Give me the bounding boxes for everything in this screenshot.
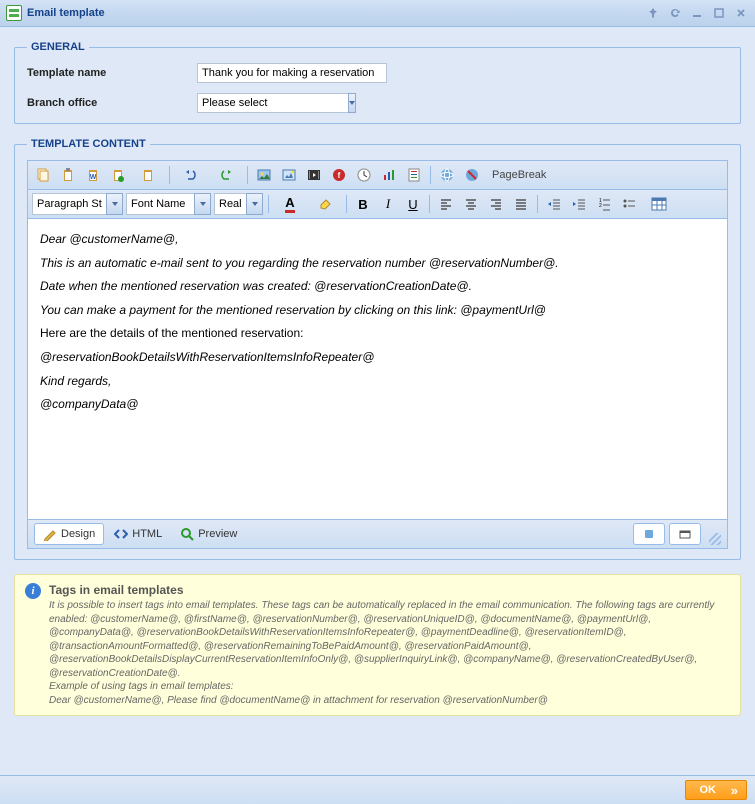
outdent-icon[interactable]	[543, 193, 565, 215]
font-name-select[interactable]	[126, 193, 211, 215]
font-size-select[interactable]	[214, 193, 263, 215]
branch-office-select[interactable]	[197, 93, 352, 113]
indent-icon[interactable]	[568, 193, 590, 215]
branch-office-input[interactable]	[197, 93, 348, 113]
insert-image-icon[interactable]	[253, 164, 275, 186]
pin-icon[interactable]	[645, 5, 661, 21]
info-panel: i Tags in email templates It is possible…	[14, 574, 741, 716]
svg-text:W: W	[90, 174, 97, 181]
copy-icon[interactable]	[32, 164, 54, 186]
maximize-icon[interactable]	[711, 5, 727, 21]
tab-preview[interactable]: Preview	[172, 524, 245, 544]
pagebreak-button[interactable]: PageBreak	[486, 164, 552, 186]
general-legend: GENERAL	[27, 41, 89, 53]
template-content-legend: TEMPLATE CONTENT	[27, 138, 150, 150]
paste-html-icon[interactable]	[107, 164, 129, 186]
media-icon[interactable]	[303, 164, 325, 186]
info-text-1: It is possible to insert tags into email…	[49, 599, 730, 680]
time-icon[interactable]	[353, 164, 375, 186]
ok-button[interactable]: OK	[685, 780, 748, 800]
body-line: Here are the details of the mentioned re…	[40, 323, 715, 345]
body-line: You can make a payment for the mentioned…	[40, 300, 715, 322]
module-button-1[interactable]	[633, 523, 665, 545]
paragraph-style-select[interactable]	[32, 193, 123, 215]
image-manager-icon[interactable]	[278, 164, 300, 186]
template-name-input[interactable]	[197, 63, 387, 83]
paste-plain-icon[interactable]	[132, 164, 164, 186]
redo-icon[interactable]	[210, 164, 242, 186]
rich-text-editor: W f PageBreak	[27, 160, 728, 549]
refresh-icon[interactable]	[667, 5, 683, 21]
chart-icon[interactable]	[378, 164, 400, 186]
info-text-2: Example of using tags in email templates…	[49, 680, 730, 694]
ordered-list-icon[interactable]: 12	[593, 193, 615, 215]
titlebar[interactable]: Email template	[0, 0, 755, 27]
tab-design[interactable]: Design	[34, 523, 104, 545]
flash-icon[interactable]: f	[328, 164, 350, 186]
bottom-bar: OK	[0, 775, 755, 804]
window-title: Email template	[27, 7, 645, 19]
chevron-down-icon[interactable]	[348, 93, 356, 113]
body-line: Dear @customerName@,	[40, 229, 715, 251]
bold-icon[interactable]: B	[352, 193, 374, 215]
unordered-list-icon[interactable]	[618, 193, 640, 215]
template-name-label: Template name	[27, 67, 197, 79]
body-line: This is an automatic e-mail sent to you …	[40, 253, 715, 275]
paste-icon[interactable]	[57, 164, 79, 186]
chevron-down-icon[interactable]	[246, 193, 263, 215]
fill-color-icon[interactable]	[309, 193, 341, 215]
font-color-icon[interactable]: A	[274, 193, 306, 215]
table-icon[interactable]	[643, 193, 675, 215]
template-icon	[6, 5, 22, 21]
toolbar-row-2: A B I U 12	[28, 190, 727, 219]
align-justify-icon[interactable]	[510, 193, 532, 215]
svg-text:2: 2	[599, 203, 602, 209]
body-line: @companyData@	[40, 394, 715, 416]
body-line: @reservationBookDetailsWithReservationIt…	[40, 347, 715, 369]
svg-text:f: f	[338, 171, 341, 180]
align-center-icon[interactable]	[460, 193, 482, 215]
close-icon[interactable]	[733, 5, 749, 21]
body-line: Kind regards,	[40, 371, 715, 393]
tab-html[interactable]: HTML	[106, 524, 170, 544]
module-button-2[interactable]	[669, 523, 701, 545]
content-area: GENERAL Template name Branch office TEMP…	[0, 27, 755, 775]
chevron-down-icon[interactable]	[194, 193, 211, 215]
template-content-fieldset: TEMPLATE CONTENT W f	[14, 138, 741, 560]
editor-body[interactable]: Dear @customerName@, This is an automati…	[28, 219, 727, 519]
body-line: Date when the mentioned reservation was …	[40, 276, 715, 298]
branch-office-label: Branch office	[27, 97, 197, 109]
toolbar-row-1: W f PageBreak	[28, 161, 727, 190]
info-icon: i	[25, 583, 41, 599]
template-insert-icon[interactable]	[403, 164, 425, 186]
info-text-3: Dear @customerName@, Please find @docume…	[49, 694, 730, 708]
link-icon[interactable]	[436, 164, 458, 186]
underline-icon[interactable]: U	[402, 193, 424, 215]
minimize-icon[interactable]	[689, 5, 705, 21]
align-left-icon[interactable]	[435, 193, 457, 215]
unlink-icon[interactable]	[461, 164, 483, 186]
italic-icon[interactable]: I	[377, 193, 399, 215]
resize-grip-icon[interactable]	[709, 533, 721, 545]
undo-icon[interactable]	[175, 164, 207, 186]
general-fieldset: GENERAL Template name Branch office	[14, 41, 741, 124]
editor-tabs: Design HTML Preview	[28, 519, 727, 548]
align-right-icon[interactable]	[485, 193, 507, 215]
chevron-down-icon[interactable]	[106, 193, 123, 215]
paste-word-icon[interactable]: W	[82, 164, 104, 186]
info-title: Tags in email templates	[49, 583, 730, 597]
email-template-window: Email template GENERAL Template name Bra…	[0, 0, 755, 804]
